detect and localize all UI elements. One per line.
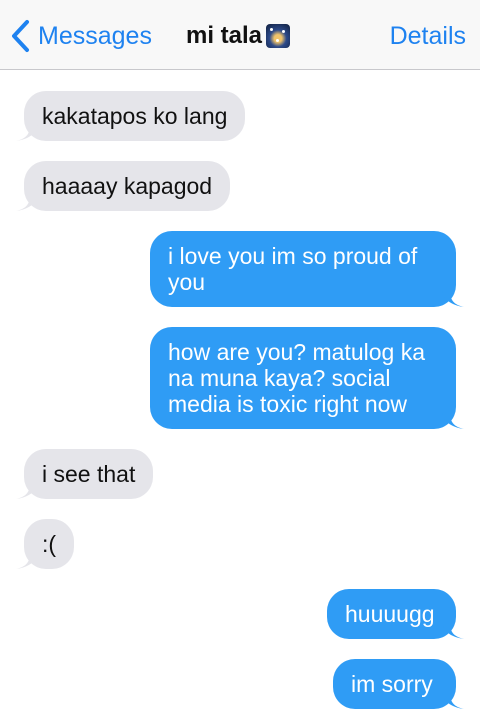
message-bubble-outgoing[interactable]: huuuugg [327,589,464,639]
message-bubble-outgoing[interactable]: im sorry [333,659,464,709]
bubble-tail [16,195,38,211]
message-bubble-outgoing[interactable]: i love you im so proud of you [150,231,464,307]
bubble-tail [16,483,38,499]
bubble-tail [16,553,38,569]
night-sky-emoji-icon [266,24,291,48]
message-text: kakatapos ko lang [42,103,228,129]
navigation-bar: Messages mi tala Details [0,0,480,70]
message-bubble-incoming[interactable]: i see that [16,449,154,499]
message-text: haaaay kapagod [42,173,213,199]
message-bubble-incoming[interactable]: kakatapos ko lang [16,91,246,141]
message-bubble-incoming[interactable]: :( [16,519,75,569]
message-text: i see that [42,461,136,487]
message-text: i love you im so proud of you [168,243,418,295]
message-bubble-incoming[interactable]: haaaay kapagod [16,161,231,211]
bubble-tail [16,125,38,141]
conversation-title: mi tala [186,18,291,54]
message-text: im sorry [351,671,433,697]
chevron-left-icon [12,20,29,52]
bubble-tail [442,693,464,709]
back-label: Messages [38,21,152,50]
message-text: :( [42,531,57,557]
contact-name: mi tala [186,22,263,49]
bubble-tail [442,623,464,639]
message-bubble-outgoing[interactable]: how are you? matulog ka na muna kaya? so… [150,327,464,429]
message-text: how are you? matulog ka na muna kaya? so… [168,339,425,417]
back-button[interactable]: Messages [10,18,152,54]
message-text: huuuugg [345,601,435,627]
bubble-tail [442,291,464,307]
details-button[interactable]: Details [390,18,466,54]
bubble-tail [442,413,464,429]
